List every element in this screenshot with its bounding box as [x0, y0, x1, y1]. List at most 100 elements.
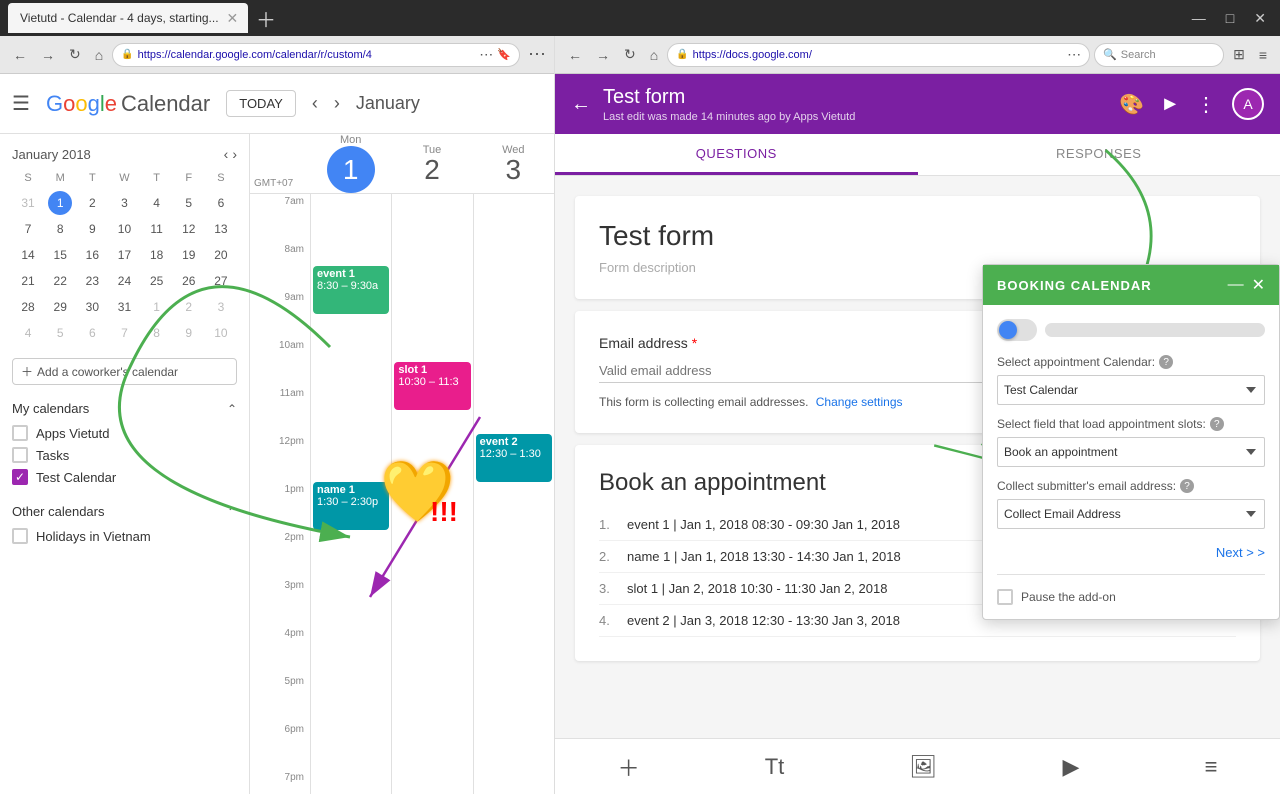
new-tab-btn[interactable]: ＋ — [256, 4, 276, 33]
mini-date-6[interactable]: 6 — [80, 321, 104, 345]
forward-btn-left[interactable]: → — [36, 45, 60, 65]
tab-questions[interactable]: QUESTIONS — [555, 134, 918, 175]
cal-checkbox-holidays[interactable] — [12, 528, 28, 544]
cal-checkbox-apps[interactable] — [12, 425, 28, 441]
my-calendars-header[interactable]: My calendars ⌃ — [12, 401, 237, 416]
mini-date-17[interactable]: 17 — [112, 243, 136, 267]
next-period-btn[interactable]: › — [334, 93, 340, 114]
more-options-btn[interactable]: ⋮ — [1196, 92, 1216, 117]
mini-date-1[interactable]: 1 — [145, 295, 169, 319]
mini-next-btn[interactable]: › — [232, 146, 237, 162]
mini-date-2[interactable]: 2 — [177, 295, 201, 319]
mini-date-16[interactable]: 16 — [80, 243, 104, 267]
win-maximize[interactable]: □ — [1220, 10, 1240, 26]
mini-date-3[interactable]: 3 — [112, 191, 136, 215]
mini-date-9[interactable]: 9 — [80, 217, 104, 241]
mini-date-14[interactable]: 14 — [16, 243, 40, 267]
search-box[interactable]: 🔍 Search — [1094, 43, 1224, 67]
toggle-switch[interactable] — [997, 319, 1037, 341]
cal-checkbox-tasks[interactable] — [12, 447, 28, 463]
back-btn-right[interactable]: ← — [563, 45, 587, 65]
mini-date-27[interactable]: 27 — [209, 269, 233, 293]
mini-date-3[interactable]: 3 — [209, 295, 233, 319]
panel-minimize-btn[interactable]: — — [1228, 275, 1244, 295]
mini-date-7[interactable]: 7 — [112, 321, 136, 345]
add-coworker-btn[interactable]: ＋ Add a coworker's calendar — [12, 358, 237, 385]
mini-date-30[interactable]: 30 — [80, 295, 104, 319]
extensions-icon-right[interactable]: ⊞ — [1228, 44, 1250, 65]
mini-date-18[interactable]: 18 — [145, 243, 169, 267]
cal-event-wed-1[interactable]: event 2 12:30 – 1:30 — [476, 434, 552, 482]
mini-date-21[interactable]: 21 — [16, 269, 40, 293]
mini-date-23[interactable]: 23 — [80, 269, 104, 293]
sidebar-toggle-right[interactable]: ≡ — [1254, 45, 1272, 65]
next-link[interactable]: Next > > — [997, 545, 1265, 560]
panel-close-btn[interactable]: ✕ — [1252, 275, 1265, 295]
user-avatar[interactable]: A — [1232, 88, 1264, 120]
section-tool-btn[interactable]: ≡ — [1189, 746, 1234, 788]
help-icon-calendar[interactable]: ? — [1159, 355, 1173, 369]
home-btn-left[interactable]: ⌂ — [90, 45, 108, 65]
tab-responses[interactable]: RESPONSES — [918, 134, 1280, 175]
mini-date-4[interactable]: 4 — [16, 321, 40, 345]
cal-event-mon-1[interactable]: event 1 8:30 – 9:30a — [313, 266, 389, 314]
change-settings-link[interactable]: Change settings — [816, 395, 903, 409]
forward-btn-right[interactable]: → — [591, 45, 615, 65]
reload-btn-left[interactable]: ↻ — [64, 44, 86, 65]
mini-date-4[interactable]: 4 — [145, 191, 169, 215]
mini-date-6[interactable]: 6 — [209, 191, 233, 215]
mini-date-5[interactable]: 5 — [48, 321, 72, 345]
mini-date-10[interactable]: 10 — [209, 321, 233, 345]
mini-date-19[interactable]: 19 — [177, 243, 201, 267]
mini-date-29[interactable]: 29 — [48, 295, 72, 319]
mini-prev-btn[interactable]: ‹ — [224, 146, 229, 162]
mini-date-20[interactable]: 20 — [209, 243, 233, 267]
email-select[interactable]: Collect Email Address — [997, 499, 1265, 529]
mini-date-28[interactable]: 28 — [16, 295, 40, 319]
help-icon-field[interactable]: ? — [1210, 417, 1224, 431]
mini-date-22[interactable]: 22 — [48, 269, 72, 293]
collapse-other-cals[interactable]: ⌃ — [227, 505, 237, 519]
collapse-my-cals[interactable]: ⌃ — [227, 402, 237, 416]
mini-date-25[interactable]: 25 — [145, 269, 169, 293]
mini-date-10[interactable]: 10 — [112, 217, 136, 241]
pause-checkbox[interactable] — [997, 589, 1013, 605]
prev-period-btn[interactable]: ‹ — [312, 93, 318, 114]
more-btn-left[interactable]: ⋯ — [479, 46, 493, 63]
palette-icon[interactable]: 🎨 — [1119, 92, 1144, 117]
cal-item-apps[interactable]: Apps Vietutd — [12, 422, 237, 444]
field-select[interactable]: Book an appointment — [997, 437, 1265, 467]
back-btn-left[interactable]: ← — [8, 45, 32, 65]
image-tool-btn[interactable]: 🖼 — [893, 746, 953, 788]
cal-event-mon-2[interactable]: name 1 1:30 – 2:30p — [313, 482, 389, 530]
mini-date-12[interactable]: 12 — [177, 217, 201, 241]
add-question-btn[interactable]: ＋ — [602, 743, 656, 791]
send-icon[interactable]: ► — [1160, 93, 1180, 116]
win-close[interactable]: ✕ — [1248, 10, 1272, 27]
cal-item-holidays[interactable]: Holidays in Vietnam — [12, 525, 237, 547]
other-calendars-header[interactable]: Other calendars ⌃ — [12, 504, 237, 519]
win-minimize[interactable]: — — [1186, 10, 1212, 26]
mini-date-1[interactable]: 1 — [48, 191, 72, 215]
extensions-btn[interactable]: ⋯ — [528, 44, 546, 65]
mini-date-31[interactable]: 31 — [16, 191, 40, 215]
mini-date-7[interactable]: 7 — [16, 217, 40, 241]
cal-checkbox-test[interactable]: ✓ — [12, 469, 28, 485]
mini-date-8[interactable]: 8 — [48, 217, 72, 241]
mini-date-8[interactable]: 8 — [145, 321, 169, 345]
cal-item-test[interactable]: ✓ Test Calendar — [12, 466, 237, 488]
help-icon-email[interactable]: ? — [1180, 479, 1194, 493]
mini-date-15[interactable]: 15 — [48, 243, 72, 267]
mini-date-31[interactable]: 31 — [112, 295, 136, 319]
forms-back-btn[interactable]: ← — [571, 93, 591, 116]
mini-date-26[interactable]: 26 — [177, 269, 201, 293]
left-tab[interactable]: Vietutd - Calendar - 4 days, starting...… — [8, 3, 248, 33]
more-right[interactable]: ⋯ — [1067, 46, 1081, 63]
hamburger-menu[interactable]: ☰ — [12, 91, 30, 116]
mini-date-2[interactable]: 2 — [80, 191, 104, 215]
cal-event-tue-1[interactable]: slot 1 10:30 – 11:3 — [394, 362, 470, 410]
cal-item-tasks[interactable]: Tasks — [12, 444, 237, 466]
mini-date-13[interactable]: 13 — [209, 217, 233, 241]
mini-date-11[interactable]: 11 — [145, 217, 169, 241]
text-tool-btn[interactable]: Tt — [749, 746, 801, 788]
